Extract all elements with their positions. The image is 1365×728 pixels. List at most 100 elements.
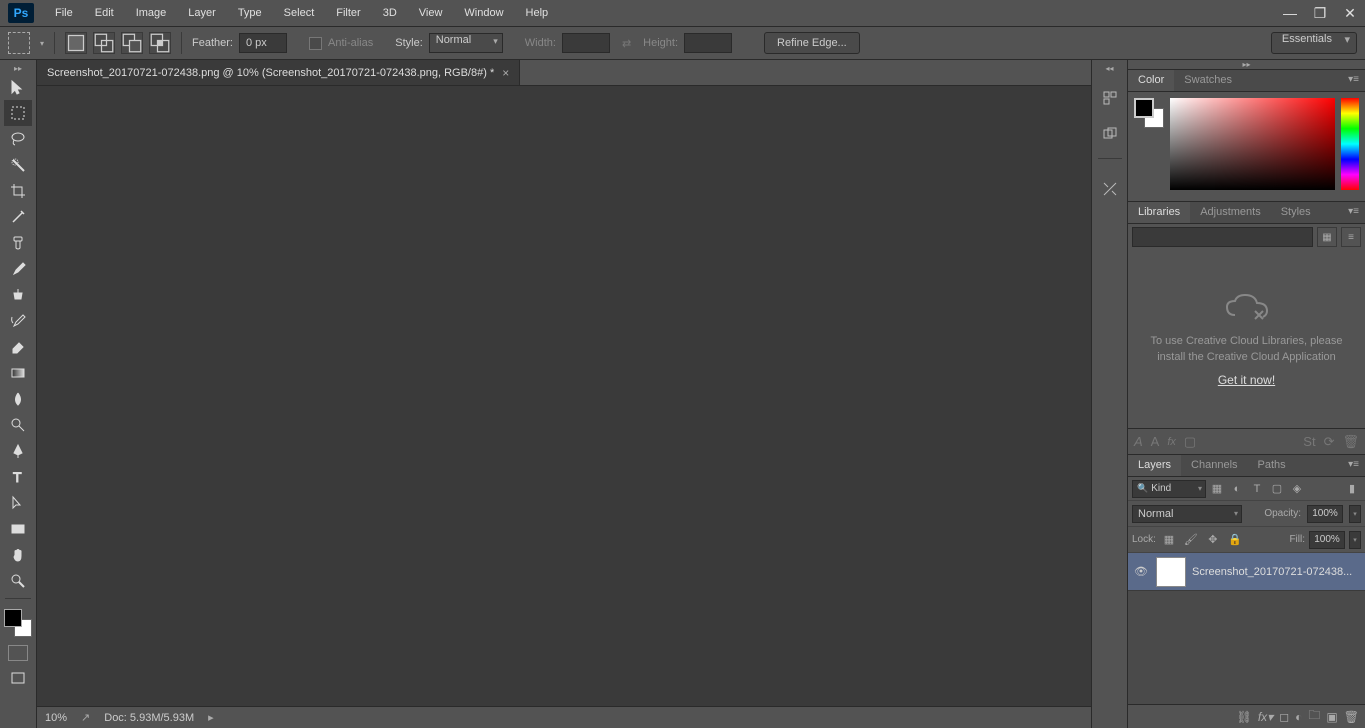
quick-selection-tool[interactable] xyxy=(4,152,32,178)
blend-mode-select[interactable]: Normal xyxy=(1132,505,1242,523)
type-tool[interactable]: T xyxy=(4,464,32,490)
feather-input[interactable] xyxy=(239,33,287,53)
marquee-tool[interactable] xyxy=(4,100,32,126)
menu-3d[interactable]: 3D xyxy=(372,1,408,25)
swap-icon[interactable]: ⇄ xyxy=(622,37,631,50)
lock-position-icon[interactable]: ✥ xyxy=(1204,532,1222,548)
new-layer-icon[interactable]: ▣ xyxy=(1326,710,1337,724)
tab-layers[interactable]: Layers xyxy=(1128,455,1181,476)
zoom-level[interactable]: 10% xyxy=(45,712,67,724)
menu-filter[interactable]: Filter xyxy=(325,1,371,25)
menu-window[interactable]: Window xyxy=(453,1,514,25)
screen-mode-icon[interactable] xyxy=(4,665,32,691)
lock-image-icon[interactable]: 🖌 xyxy=(1182,532,1200,548)
menu-layer[interactable]: Layer xyxy=(177,1,227,25)
quick-mask-icon[interactable] xyxy=(8,645,28,661)
library-select[interactable] xyxy=(1132,227,1313,247)
panel-menu-icon[interactable]: ▾≡ xyxy=(1342,70,1365,91)
character-style-icon[interactable]: A xyxy=(1134,434,1143,449)
chevron-right-icon[interactable]: ▸ xyxy=(208,711,214,724)
opacity-dropdown-icon[interactable]: ▾ xyxy=(1349,505,1361,523)
toolbar-collapse-icon[interactable]: ▸▸ xyxy=(0,64,36,74)
filter-smart-icon[interactable]: ◈ xyxy=(1288,480,1306,498)
layer-group-icon[interactable]: 🗀 xyxy=(1308,706,1320,727)
hand-tool[interactable] xyxy=(4,542,32,568)
hue-slider[interactable] xyxy=(1341,98,1359,190)
lock-all-icon[interactable]: 🔒 xyxy=(1226,532,1244,548)
visibility-icon[interactable]: 👁 xyxy=(1132,565,1150,578)
filter-kind-select[interactable]: 🔍Kind xyxy=(1132,480,1206,498)
tab-libraries[interactable]: Libraries xyxy=(1128,202,1190,223)
layer-item[interactable]: 👁 Screenshot_20170721-072438... xyxy=(1128,553,1365,591)
style-select[interactable]: Normal xyxy=(429,33,503,53)
pen-tool[interactable] xyxy=(4,438,32,464)
canvas[interactable] xyxy=(37,86,1091,706)
chevron-down-icon[interactable]: ▾ xyxy=(40,39,44,48)
current-tool-icon[interactable] xyxy=(8,32,30,54)
sync-icon[interactable]: ⟳ xyxy=(1324,434,1335,450)
delete-layer-icon[interactable]: 🗑 xyxy=(1344,710,1359,724)
opacity-input[interactable]: 100% xyxy=(1307,505,1343,523)
character-panel-icon[interactable] xyxy=(1098,177,1122,201)
stock-icon[interactable]: St xyxy=(1303,434,1315,449)
color-swatches[interactable] xyxy=(1134,98,1164,128)
clone-stamp-tool[interactable] xyxy=(4,282,32,308)
export-icon[interactable]: ↗ xyxy=(81,711,90,724)
foreground-swatch[interactable] xyxy=(1134,98,1154,118)
tab-styles[interactable]: Styles xyxy=(1271,202,1321,223)
antialias-checkbox[interactable] xyxy=(309,37,322,50)
menu-type[interactable]: Type xyxy=(227,1,273,25)
refine-edge-button[interactable]: Refine Edge... xyxy=(764,32,860,54)
link-layers-icon[interactable]: ⛓ xyxy=(1237,710,1252,724)
close-button[interactable]: ✕ xyxy=(1335,2,1365,24)
tab-swatches[interactable]: Swatches xyxy=(1174,70,1242,91)
eyedropper-tool[interactable] xyxy=(4,204,32,230)
blur-tool[interactable] xyxy=(4,386,32,412)
dock-expand-icon[interactable]: ◂◂ xyxy=(1092,64,1127,74)
crop-tool[interactable] xyxy=(4,178,32,204)
layer-mask-icon[interactable]: ◻ xyxy=(1279,710,1289,724)
foreground-color[interactable] xyxy=(4,609,22,627)
adjustment-layer-icon[interactable]: ◐ xyxy=(1295,710,1302,724)
rectangle-tool[interactable] xyxy=(4,516,32,542)
move-tool[interactable] xyxy=(4,74,32,100)
fx-icon[interactable]: fx xyxy=(1167,436,1176,448)
list-view-icon[interactable]: ≡ xyxy=(1341,227,1361,247)
layer-icon[interactable]: ▢ xyxy=(1184,434,1196,450)
gradient-tool[interactable] xyxy=(4,360,32,386)
menu-select[interactable]: Select xyxy=(273,1,326,25)
zoom-tool[interactable] xyxy=(4,568,32,594)
fill-dropdown-icon[interactable]: ▾ xyxy=(1349,531,1361,549)
subtract-from-selection-icon[interactable] xyxy=(121,32,143,54)
lasso-tool[interactable] xyxy=(4,126,32,152)
menu-help[interactable]: Help xyxy=(515,1,560,25)
lock-transparency-icon[interactable]: ▦ xyxy=(1160,532,1178,548)
get-it-now-link[interactable]: Get it now! xyxy=(1218,373,1275,387)
paragraph-style-icon[interactable]: A xyxy=(1151,434,1160,449)
menu-edit[interactable]: Edit xyxy=(84,1,125,25)
panel-menu-icon[interactable]: ▾≡ xyxy=(1342,455,1365,476)
grid-view-icon[interactable]: ▦ xyxy=(1317,227,1337,247)
history-brush-tool[interactable] xyxy=(4,308,32,334)
maximize-button[interactable]: ❐ xyxy=(1305,2,1335,24)
layers-list[interactable]: 👁 Screenshot_20170721-072438... xyxy=(1128,553,1365,704)
fill-input[interactable]: 100% xyxy=(1309,531,1345,549)
eraser-tool[interactable] xyxy=(4,334,32,360)
menu-file[interactable]: File xyxy=(44,1,84,25)
menu-view[interactable]: View xyxy=(408,1,454,25)
healing-brush-tool[interactable] xyxy=(4,230,32,256)
doc-info[interactable]: Doc: 5.93M/5.93M xyxy=(104,712,194,724)
color-picker[interactable] xyxy=(4,609,32,637)
trash-icon[interactable]: 🗑 xyxy=(1342,434,1359,450)
layer-name[interactable]: Screenshot_20170721-072438... xyxy=(1192,566,1352,578)
filter-pixel-icon[interactable]: ▦ xyxy=(1208,480,1226,498)
tab-channels[interactable]: Channels xyxy=(1181,455,1247,476)
color-field[interactable] xyxy=(1170,98,1335,190)
filter-adjustment-icon[interactable]: ◐ xyxy=(1228,480,1246,498)
path-selection-tool[interactable] xyxy=(4,490,32,516)
document-tab[interactable]: Screenshot_20170721-072438.png @ 10% (Sc… xyxy=(37,60,520,85)
minimize-button[interactable]: — xyxy=(1275,2,1305,24)
intersect-selection-icon[interactable] xyxy=(149,32,171,54)
panel-menu-icon[interactable]: ▾≡ xyxy=(1342,202,1365,223)
dodge-tool[interactable] xyxy=(4,412,32,438)
